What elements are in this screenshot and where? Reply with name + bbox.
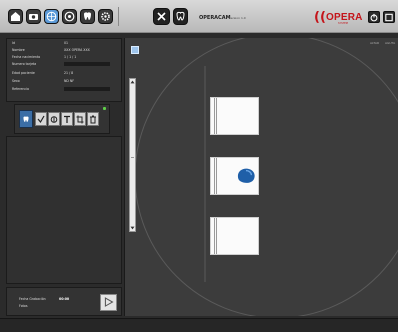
film-frame-3[interactable] (210, 217, 259, 255)
patient-info-panel: Id 01 Nombre XXX OPERA XXX Fecha nacimie… (6, 38, 122, 102)
arrow-up-icon[interactable] (130, 80, 135, 84)
measure-tool[interactable] (35, 112, 47, 126)
age-value: 21 / 8 (64, 71, 74, 75)
name-label: Nombre (12, 48, 25, 52)
status-led-icon (103, 107, 106, 110)
home-icon (11, 12, 20, 21)
tooth-icon (84, 12, 91, 20)
camera-button[interactable] (26, 9, 41, 24)
sex-value: ND NF (64, 79, 75, 83)
logo-sub: SYSTEM (338, 22, 348, 25)
brand-name: OPERACAM (199, 15, 231, 21)
zoom-slider[interactable] (129, 78, 136, 232)
logo-bracket-icon: (( (314, 10, 326, 25)
adjust-tool[interactable] (48, 112, 60, 126)
crop-tool[interactable] (74, 112, 86, 126)
top-toolbar: OPERACAM version 1.0 (( OPERA SYSTEM (0, 0, 398, 33)
text-icon (64, 115, 70, 123)
recording-panel: Fecha Grabación 00:00 Fotos (6, 287, 122, 316)
film-strip (214, 98, 217, 134)
film-frame-2[interactable] (210, 157, 259, 195)
viewer-guide-circle (134, 38, 398, 316)
sex-label: Sexo (12, 79, 20, 83)
trash-icon (90, 115, 96, 123)
tooth-view-button[interactable] (173, 8, 188, 25)
film-strip (214, 218, 217, 254)
status-bar (0, 318, 398, 332)
home-button[interactable] (8, 9, 23, 24)
birth-value: 1 / 1 / 1 (64, 55, 77, 59)
selected-tooth-tool[interactable] (19, 110, 33, 128)
arrow-down-icon[interactable] (130, 226, 135, 230)
opera-logo: (( OPERA SYSTEM (314, 10, 362, 26)
card-label: Numero tarjeta (12, 62, 37, 66)
settings-button[interactable] (98, 9, 113, 24)
thumbnail-list-area (6, 136, 122, 284)
play-button[interactable] (100, 294, 117, 311)
window-icon (385, 13, 393, 21)
tooth-outline-icon (176, 11, 185, 21)
cross-tools-icon (157, 12, 166, 21)
toolbar-divider (118, 7, 119, 26)
name-value: XXX OPERA XXX (64, 48, 90, 52)
settings-icon (101, 12, 110, 21)
age-label: Edad paciente (12, 71, 35, 75)
photos-label: Fotos (19, 304, 28, 308)
tooth-icon (23, 115, 29, 122)
film-frame-1[interactable] (210, 97, 259, 135)
reference-label: Referencia (12, 87, 29, 91)
tooth-marker-icon (237, 168, 255, 183)
main-viewer: ALTAR AGUTA (124, 38, 398, 316)
recording-date-value: 00:00 (59, 297, 70, 301)
card-field[interactable] (64, 62, 110, 66)
slider-handle[interactable] (131, 157, 134, 158)
window-button[interactable] (383, 11, 395, 23)
adjust-icon (50, 115, 58, 123)
crop-icon (76, 115, 84, 123)
camera-icon (29, 14, 38, 20)
power-button[interactable] (368, 11, 380, 23)
tools-button[interactable] (153, 8, 170, 25)
reference-field[interactable] (64, 87, 110, 91)
brand-version: version 1.0 (229, 16, 246, 20)
birth-label: Fecha nacimiento (12, 55, 41, 59)
film-strip (214, 158, 217, 194)
delete-tool[interactable] (87, 112, 99, 126)
globe-button[interactable] (44, 9, 59, 24)
disc-button[interactable] (62, 9, 77, 24)
checkmark-icon (37, 115, 45, 123)
tooth-button[interactable] (80, 9, 95, 24)
globe-icon (46, 11, 57, 22)
disc-icon (64, 11, 75, 22)
id-value: 01 (64, 41, 69, 45)
recording-date-label: Fecha Grabación (19, 297, 46, 301)
play-icon (104, 297, 114, 307)
power-icon (370, 13, 378, 21)
id-label: Id (12, 41, 15, 45)
text-tool[interactable] (61, 112, 73, 126)
